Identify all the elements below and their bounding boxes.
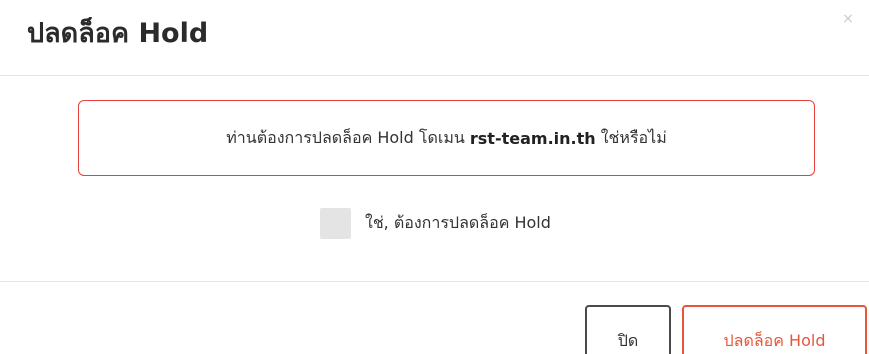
modal-title: ปลดล็อค Hold [27,18,209,49]
alert-text-after: ใช่หรือไม่ [595,127,667,147]
alert-domain-name: rst-team.in.th [469,128,596,148]
confirmation-alert: ท่านต้องการปลดล็อค Hold โดเมน rst-team.i… [78,100,815,176]
footer-divider [0,281,869,282]
close-button[interactable]: ปิด [585,305,671,354]
close-icon[interactable]: × [837,8,859,30]
alert-text-before: ท่านต้องการปลดล็อค Hold โดเมน [226,127,470,147]
confirm-checkbox-label[interactable]: ใช่, ต้องการปลดล็อค Hold [365,211,551,236]
confirm-checkbox-row[interactable]: ใช่, ต้องการปลดล็อค Hold [320,207,551,239]
confirm-checkbox[interactable] [320,207,351,239]
modal-header: ปลดล็อค Hold × [0,0,869,76]
unlock-hold-modal: ปลดล็อค Hold × ท่านต้องการปลดล็อค Hold โ… [0,0,869,354]
unlock-hold-button[interactable]: ปลดล็อค Hold [682,305,867,354]
